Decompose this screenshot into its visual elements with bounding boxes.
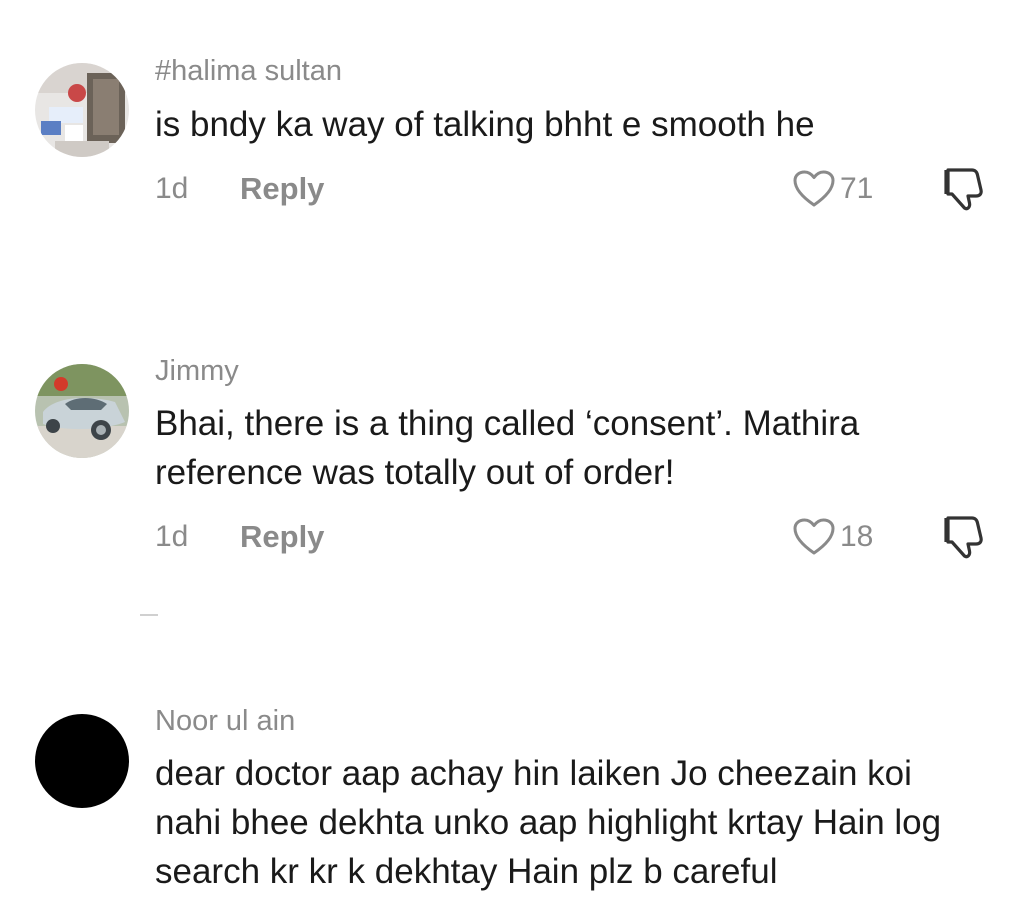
comment-author[interactable]: Noor ul ain — [155, 705, 295, 738]
avatar-black-icon — [35, 714, 129, 808]
comment-text: dear doctor aap achay hin laiken Jo chee… — [155, 754, 942, 891]
avatar[interactable] — [35, 714, 129, 808]
comment-item: Noor ul ain dear doctor aap achay hin la… — [0, 0, 1024, 915]
